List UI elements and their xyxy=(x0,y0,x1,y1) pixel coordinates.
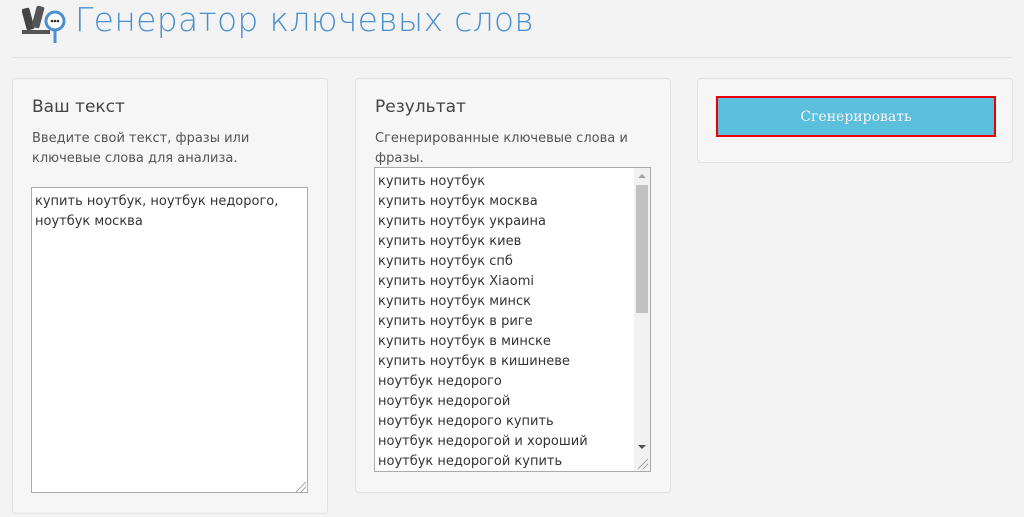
input-heading: Ваш текст xyxy=(32,97,125,117)
result-item: ноутбук недорого xyxy=(378,374,502,389)
result-panel: Результат Сгенерированные ключевые слова… xyxy=(355,78,671,493)
result-item: купить ноутбук украина xyxy=(378,214,546,229)
resize-handle[interactable] xyxy=(638,459,648,469)
result-item: ноутбук недорогой и хороший xyxy=(378,434,588,449)
page-header: Генератор ключевых слов xyxy=(0,0,1024,58)
scrollbar-thumb[interactable] xyxy=(636,185,648,313)
input-textarea[interactable]: купить ноутбук, ноутбук недорого, ноутбу… xyxy=(31,187,308,493)
keyword-tools-magnifier-icon xyxy=(22,5,66,43)
resize-handle[interactable] xyxy=(296,482,306,492)
result-item: купить ноутбук в кишиневе xyxy=(378,354,570,369)
result-item: купить ноутбук киев xyxy=(378,234,522,249)
result-item: ноутбук недорогой xyxy=(378,394,511,409)
result-textarea[interactable]: купить ноутбук купить ноутбук москва купит… xyxy=(374,167,651,472)
generate-button[interactable]: Сгенерировать xyxy=(716,96,996,137)
result-item: купить ноутбук в риге xyxy=(378,314,533,329)
result-item: купить ноутбук москва xyxy=(378,194,538,209)
page-title: Генератор ключевых слов xyxy=(75,0,535,39)
result-item: купить ноутбук xyxy=(378,174,486,189)
result-item: ноутбук недорогой купить xyxy=(378,454,563,469)
result-item: купить ноутбук минск xyxy=(378,294,532,309)
result-heading: Результат xyxy=(375,97,466,117)
result-item: ноутбук недорого купить xyxy=(378,414,554,429)
header-divider xyxy=(12,57,1012,58)
input-panel: Ваш текст Введите свой текст, фразы или … xyxy=(12,78,328,514)
scrollbar[interactable] xyxy=(634,168,650,471)
result-item: купить ноутбук спб xyxy=(378,254,513,269)
result-item: купить ноутбук Xiaomi xyxy=(378,274,534,289)
input-description: Введите свой текст, фразы или ключевые с… xyxy=(32,131,250,166)
result-item: купить ноутбук в минске xyxy=(378,334,551,349)
generate-button-label: Сгенерировать xyxy=(800,108,912,125)
scroll-down-icon[interactable] xyxy=(638,445,646,449)
result-description: Сгенерированные ключевые слова и фразы. xyxy=(375,131,628,166)
scroll-up-icon[interactable] xyxy=(638,174,646,178)
